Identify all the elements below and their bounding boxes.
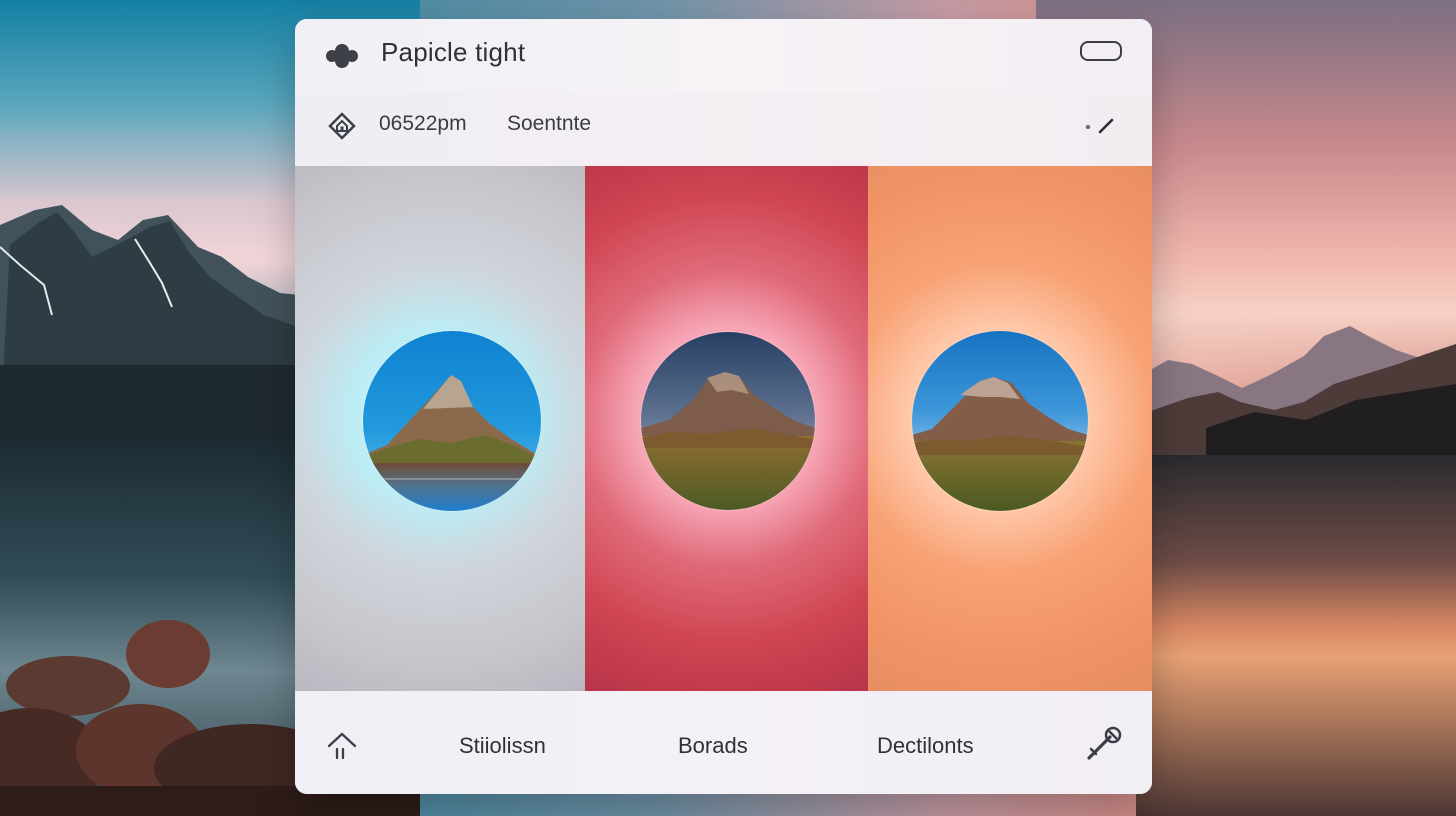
- nav-item-stiiolissn[interactable]: Stiiolissn: [459, 733, 546, 759]
- title-bar: Papicle tight: [295, 19, 1152, 93]
- background-lake-right: [1136, 455, 1456, 816]
- info-name-text: Soentnte: [507, 112, 592, 135]
- gallery-panel-1[interactable]: [295, 166, 585, 691]
- app-window: Papicle tight 06522pm Soentnte Stiioliss…: [295, 19, 1152, 794]
- nav-item-borads[interactable]: Borads: [678, 733, 748, 759]
- home-icon[interactable]: [325, 729, 359, 763]
- app-logo-icon: [326, 44, 358, 68]
- window-toggle-icon[interactable]: [1080, 41, 1122, 61]
- bottom-navigation: Stiiolissn Borads Dectilonts: [295, 691, 1152, 794]
- background-mountains-right: [1136, 326, 1456, 460]
- location-home-icon[interactable]: [327, 111, 357, 141]
- mountain-thumbnail-3[interactable]: [912, 331, 1088, 511]
- gallery-panel-3[interactable]: [868, 166, 1152, 691]
- background-mountains-left: [0, 205, 320, 435]
- mountain-thumbnail-2[interactable]: [641, 332, 815, 510]
- nav-item-dectilonts[interactable]: Dectilonts: [877, 733, 974, 759]
- magic-wand-icon[interactable]: [1082, 725, 1124, 765]
- time-text: 06522pm: [379, 112, 467, 135]
- edit-icon[interactable]: [1084, 117, 1120, 135]
- app-title: Papicle tight: [381, 37, 526, 67]
- gallery-panels: [295, 166, 1152, 691]
- mountain-thumbnail-1[interactable]: [363, 331, 541, 511]
- gallery-panel-2[interactable]: [585, 166, 868, 691]
- desktop-background: Papicle tight 06522pm Soentnte Stiioliss…: [0, 0, 1456, 816]
